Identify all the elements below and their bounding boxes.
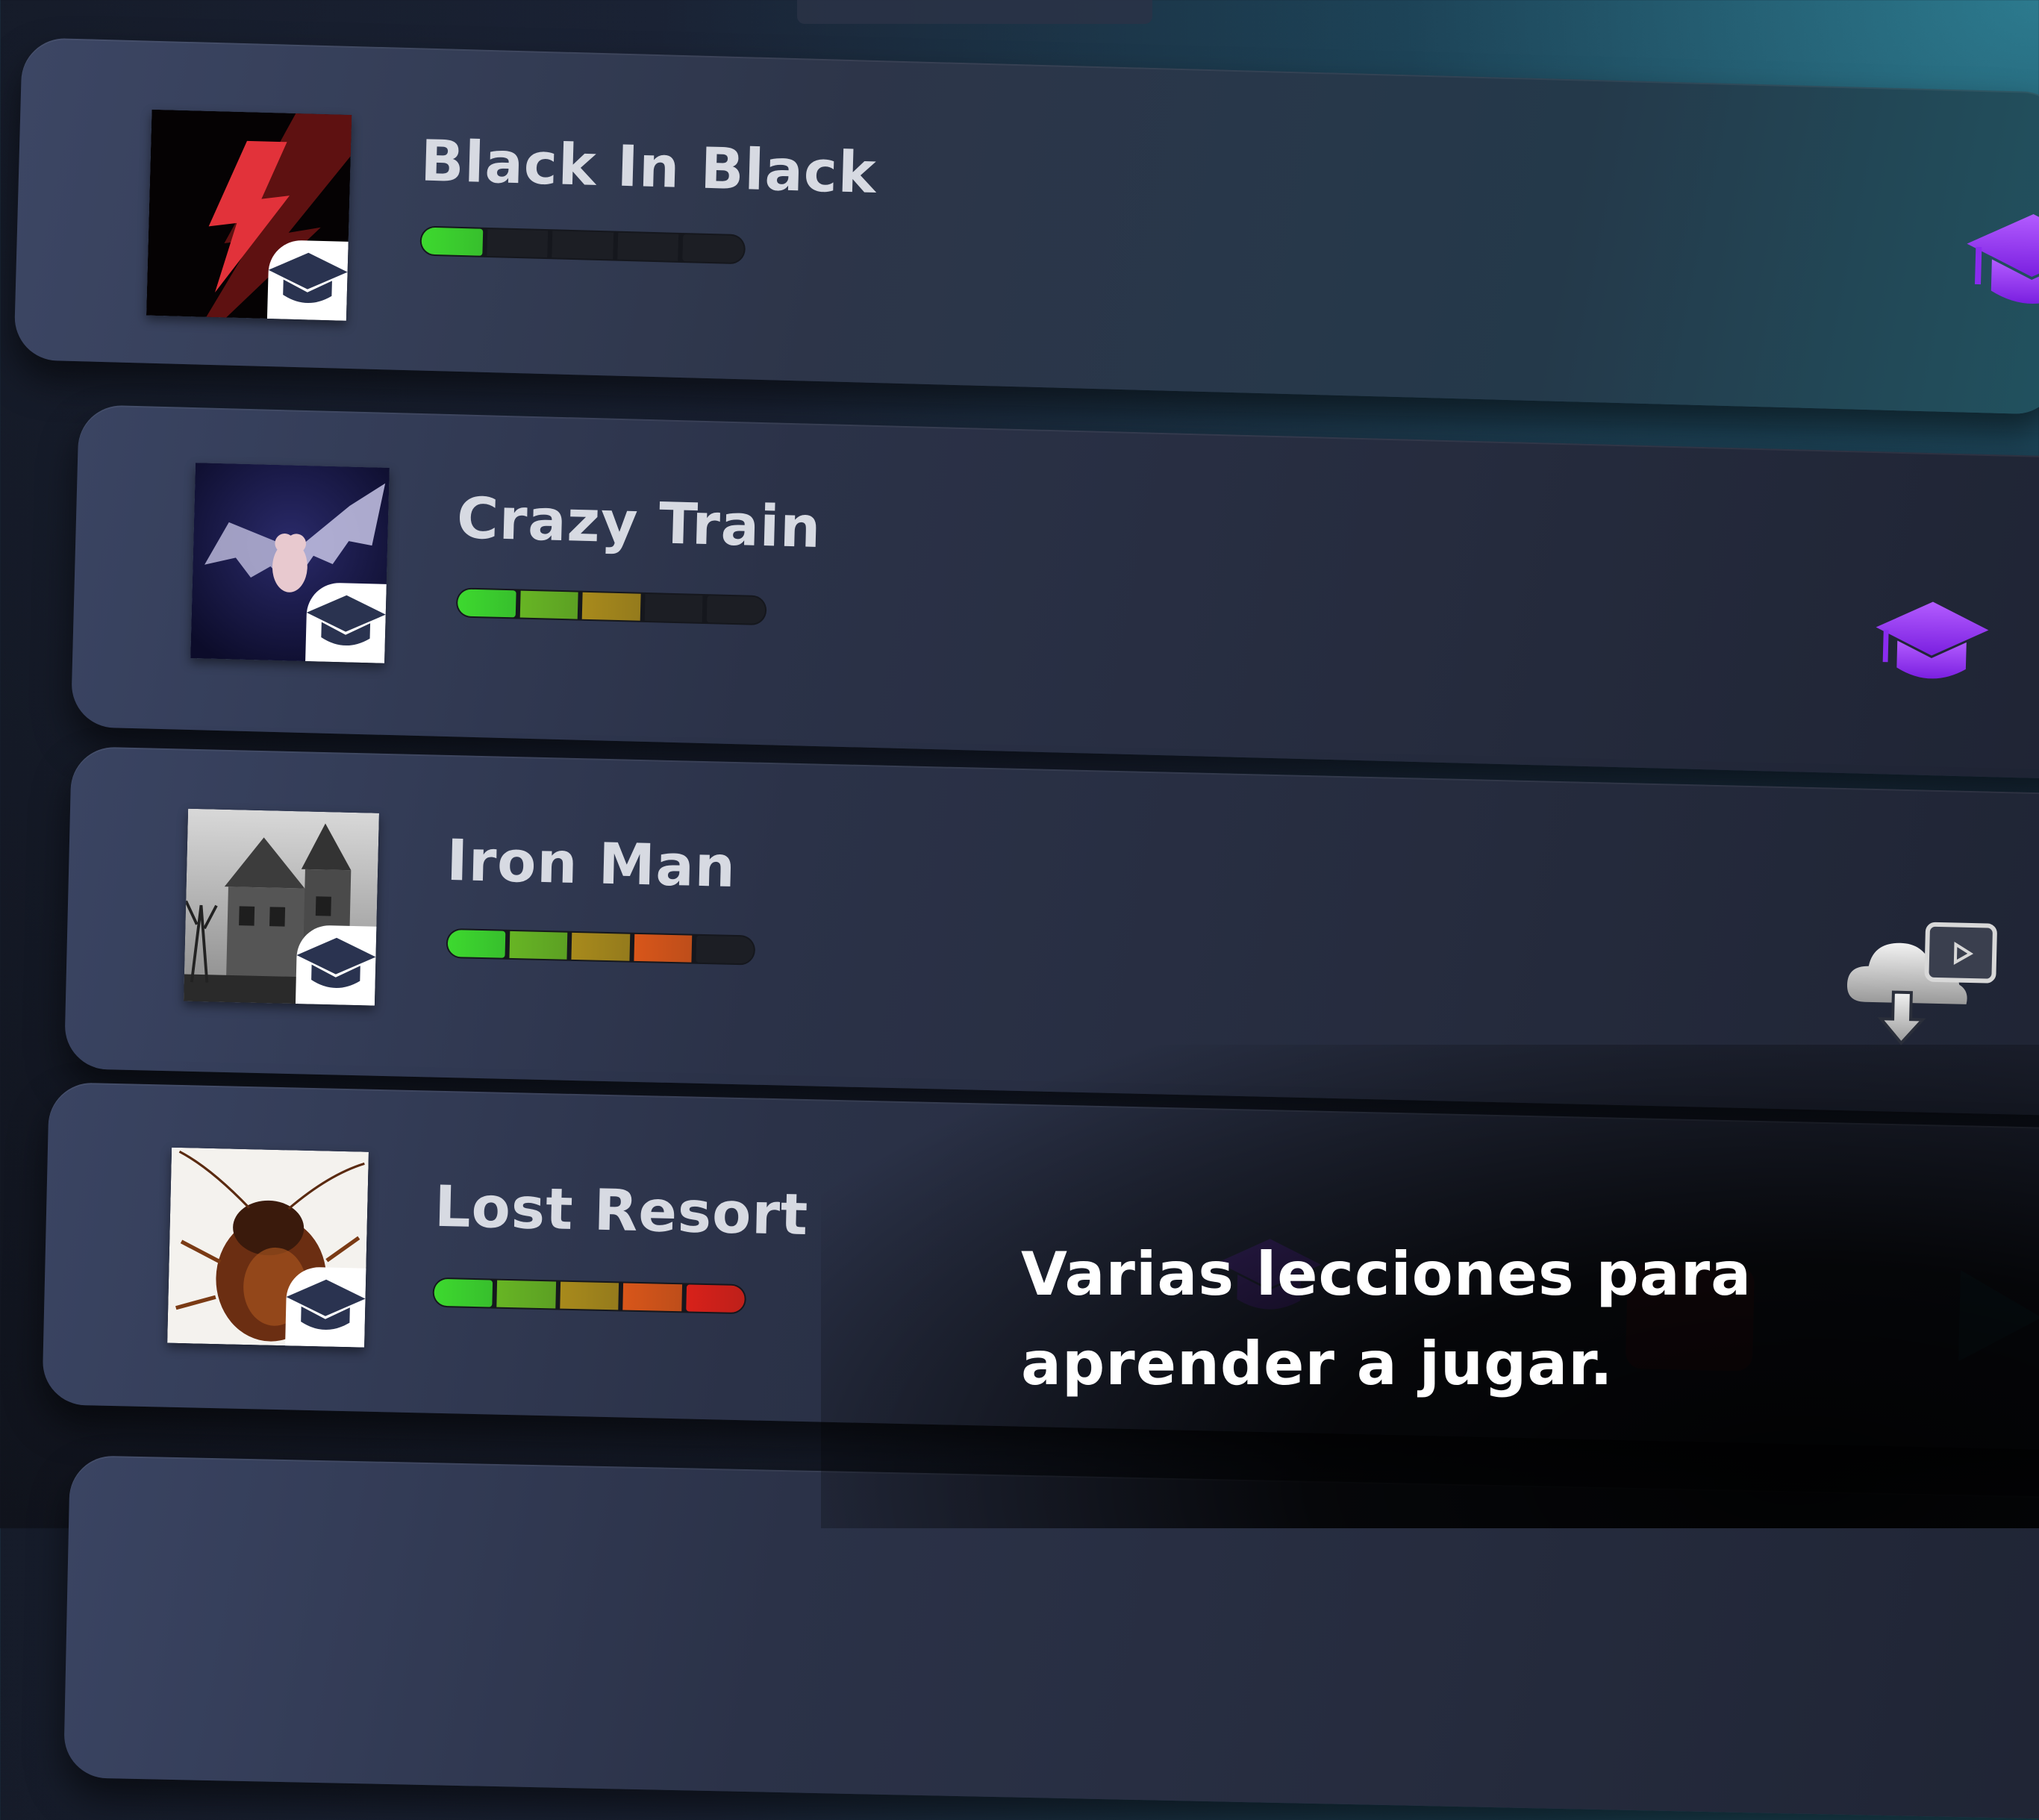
progress-segment: [581, 592, 641, 621]
top-bar-edge: [797, 0, 1152, 24]
lesson-badge: [305, 582, 387, 663]
song-title: Lost Resort: [434, 1172, 810, 1248]
progress-segment: [434, 1278, 493, 1307]
progress-segment: [560, 1281, 619, 1310]
progress-segment: [622, 1283, 682, 1312]
caption-line-2: aprender a jugar.: [1021, 1329, 1614, 1398]
song-row-iron-man[interactable]: Iron Man: [63, 746, 2039, 1116]
progress-segment: [696, 935, 755, 964]
album-art-haunted-house: [183, 808, 380, 1006]
graduation-cap-icon: [1967, 213, 2039, 304]
progress-bar: [419, 225, 746, 265]
progress-segment: [552, 231, 613, 260]
graduation-cap-icon: [286, 1279, 366, 1330]
progress-segment: [509, 931, 568, 960]
progress-bar: [455, 587, 767, 626]
lesson-badge: [285, 1266, 366, 1348]
graduation-cap-icon: [1876, 601, 1989, 679]
progress-segment: [644, 593, 703, 622]
promo-caption: Varias lecciones para aprender a jugar.: [1021, 1230, 1917, 1409]
download-video-button[interactable]: [1841, 919, 2001, 1050]
progress-segment: [496, 1280, 556, 1309]
song-list-screen: Black In Black Crazy Train Iron Man Lost…: [0, 0, 2039, 1820]
progress-segment: [707, 595, 766, 625]
cloud-download-video-icon: [1847, 922, 1997, 1045]
song-row-black-in-black[interactable]: Black In Black: [13, 37, 2039, 415]
graduation-cap-icon: [296, 937, 376, 988]
play-icon: [1954, 1267, 2039, 1369]
caption-line-1: Varias lecciones para: [1021, 1239, 1752, 1309]
lessons-button[interactable]: [1964, 210, 2039, 325]
progress-segment: [519, 590, 578, 619]
lesson-badge: [295, 925, 377, 1006]
progress-segment: [421, 227, 483, 256]
progress-segment: [617, 232, 679, 261]
progress-segment: [486, 228, 549, 258]
album-art-cockroach: [167, 1147, 369, 1348]
album-art-lightning: [146, 109, 352, 321]
progress-segment: [634, 934, 693, 963]
progress-segment: [571, 932, 630, 961]
lesson-badge: [266, 240, 349, 321]
album-art-bat: [190, 463, 390, 663]
song-title: Black In Black: [419, 127, 878, 207]
song-row-crazy-train[interactable]: Crazy Train: [70, 404, 2039, 780]
graduation-cap-icon: [306, 595, 386, 645]
song-title: Crazy Train: [456, 484, 822, 561]
song-title: Iron Man: [446, 826, 737, 901]
progress-bar: [432, 1277, 747, 1315]
progress-bar: [446, 928, 756, 966]
progress-segment: [457, 589, 516, 618]
progress-segment: [682, 234, 745, 263]
song-row-next[interactable]: [63, 1455, 2039, 1820]
progress-segment: [685, 1284, 746, 1313]
progress-segment: [447, 929, 506, 958]
lessons-button[interactable]: [1863, 598, 2000, 713]
graduation-cap-icon: [268, 252, 348, 303]
